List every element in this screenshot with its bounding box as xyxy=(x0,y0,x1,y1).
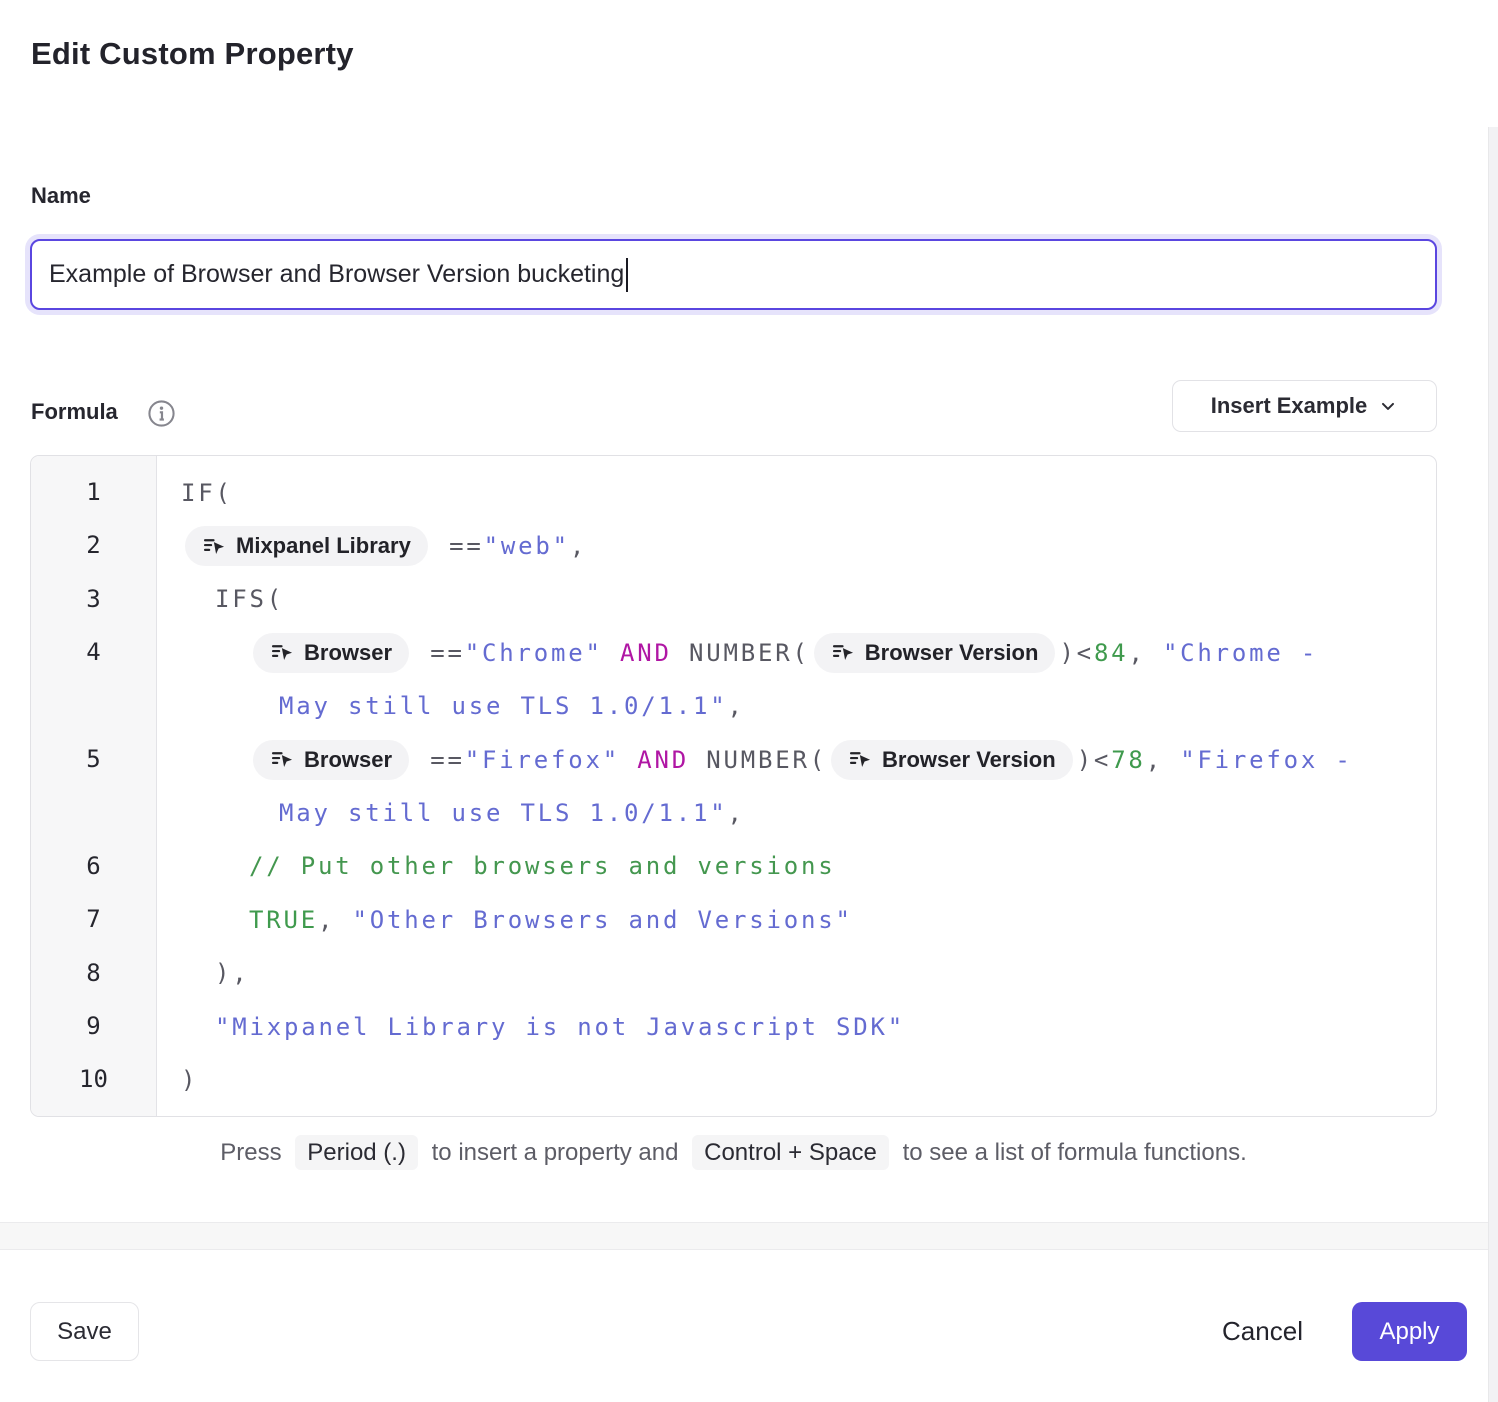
code-token: TRUE xyxy=(249,906,318,934)
code-token: AND xyxy=(637,746,689,774)
code-token: "Chrome" xyxy=(465,639,603,667)
code-token: )< xyxy=(1059,639,1094,667)
keyboard-shortcut-pill: Control + Space xyxy=(692,1135,889,1170)
code-token: )< xyxy=(1077,746,1112,774)
line-number: 7 xyxy=(31,893,156,946)
code-token: AND xyxy=(620,639,672,667)
code-row: May still use TLS 1.0/1.1", xyxy=(181,786,1426,839)
save-button[interactable]: Save xyxy=(30,1302,139,1361)
code-token: // Put other browsers and versions xyxy=(249,852,835,880)
property-chip-label: Browser xyxy=(304,747,392,773)
code-token: IF( xyxy=(181,479,233,507)
formula-section-label: Formula xyxy=(31,399,118,425)
code-token: == xyxy=(413,746,465,774)
code-token: , xyxy=(570,532,587,560)
keyboard-shortcut-pill: Period (.) xyxy=(295,1135,418,1170)
property-icon xyxy=(270,641,293,664)
line-number: 10 xyxy=(31,1053,156,1106)
code-token: == xyxy=(432,532,484,560)
name-input[interactable]: Example of Browser and Browser Version b… xyxy=(30,239,1437,310)
apply-button[interactable]: Apply xyxy=(1352,1302,1467,1361)
property-icon xyxy=(270,748,293,771)
property-chip[interactable]: Browser Version xyxy=(814,633,1056,673)
property-chip[interactable]: Browser Version xyxy=(831,740,1073,780)
code-token: , xyxy=(727,799,744,827)
formula-code-area[interactable]: IF(Mixpanel Library =="web",IFS(Browser … xyxy=(157,456,1436,1116)
code-row: ) xyxy=(181,1053,1426,1106)
code-row: // Put other browsers and versions xyxy=(181,840,1426,893)
info-icon[interactable] xyxy=(147,399,176,428)
line-number-gutter: 12345678910 xyxy=(31,456,157,1116)
property-chip[interactable]: Mixpanel Library xyxy=(185,526,428,566)
property-chip[interactable]: Browser xyxy=(253,740,409,780)
code-token: , xyxy=(1146,746,1181,774)
chevron-down-icon xyxy=(1378,396,1398,416)
code-token: ) xyxy=(181,1066,198,1094)
property-chip-label: Browser xyxy=(304,640,392,666)
code-row: TRUE, "Other Browsers and Versions" xyxy=(181,893,1426,946)
code-token: == xyxy=(413,639,465,667)
name-input-value: Example of Browser and Browser Version b… xyxy=(49,260,624,289)
code-token: "Mixpanel Library is not Javascript SDK" xyxy=(215,1013,905,1041)
hint-text: to see a list of formula functions. xyxy=(896,1139,1247,1166)
text-caret xyxy=(626,258,628,292)
code-row: Browser =="Chrome" AND NUMBER( Browser Ve… xyxy=(181,626,1426,679)
property-icon xyxy=(848,748,871,771)
cancel-button[interactable]: Cancel xyxy=(1205,1302,1320,1361)
line-number: 8 xyxy=(31,947,156,1000)
code-row: ), xyxy=(181,947,1426,1000)
property-icon xyxy=(831,641,854,664)
line-number: 4 xyxy=(31,626,156,733)
editor-hint: Press Period (.) to insert a property an… xyxy=(30,1139,1437,1167)
code-token: 84 xyxy=(1094,639,1129,667)
insert-example-label: Insert Example xyxy=(1211,393,1368,419)
code-token: NUMBER( xyxy=(672,639,810,667)
edit-custom-property-dialog: Edit Custom Property Name Example of Bro… xyxy=(0,0,1498,1402)
code-token: "web" xyxy=(484,532,570,560)
code-row: Mixpanel Library =="web", xyxy=(181,519,1426,572)
code-row: IF( xyxy=(181,466,1426,519)
line-number: 1 xyxy=(31,466,156,519)
line-number: 5 xyxy=(31,733,156,840)
code-token: ), xyxy=(215,959,250,987)
code-row: Browser =="Firefox" AND NUMBER( Browser V… xyxy=(181,733,1426,786)
code-row: IFS( xyxy=(181,573,1426,626)
code-token: "Firefox" xyxy=(465,746,620,774)
code-token: NUMBER( xyxy=(689,746,827,774)
code-token: 78 xyxy=(1111,746,1146,774)
page-title: Edit Custom Property xyxy=(31,36,354,72)
property-icon xyxy=(202,535,225,558)
line-number: 9 xyxy=(31,1000,156,1053)
code-token: IFS( xyxy=(215,585,284,613)
code-token: , xyxy=(727,692,744,720)
code-token: "Firefox - xyxy=(1180,746,1353,774)
code-token: "Other Browsers and Versions" xyxy=(353,906,853,934)
code-token: May still use TLS 1.0/1.1" xyxy=(279,799,727,827)
code-token: May still use TLS 1.0/1.1" xyxy=(279,692,727,720)
code-token xyxy=(603,639,620,667)
line-number: 6 xyxy=(31,840,156,893)
page-scrollbar[interactable] xyxy=(1488,127,1498,1402)
property-chip-label: Mixpanel Library xyxy=(236,533,411,559)
code-row: "Mixpanel Library is not Javascript SDK" xyxy=(181,1000,1426,1053)
line-number: 2 xyxy=(31,519,156,572)
code-token: "Chrome - xyxy=(1163,639,1318,667)
hint-text: Press xyxy=(220,1139,288,1166)
code-token: , xyxy=(318,906,353,934)
name-field-label: Name xyxy=(31,183,91,209)
section-divider xyxy=(0,1222,1498,1250)
code-token: , xyxy=(1128,639,1163,667)
insert-example-button[interactable]: Insert Example xyxy=(1172,380,1437,432)
property-chip-label: Browser Version xyxy=(882,747,1056,773)
code-token xyxy=(620,746,637,774)
property-chip[interactable]: Browser xyxy=(253,633,409,673)
code-row: May still use TLS 1.0/1.1", xyxy=(181,680,1426,733)
hint-text: to insert a property and xyxy=(425,1139,685,1166)
line-number: 3 xyxy=(31,573,156,626)
property-chip-label: Browser Version xyxy=(865,640,1039,666)
formula-editor[interactable]: 12345678910 IF(Mixpanel Library =="web",… xyxy=(30,455,1437,1117)
